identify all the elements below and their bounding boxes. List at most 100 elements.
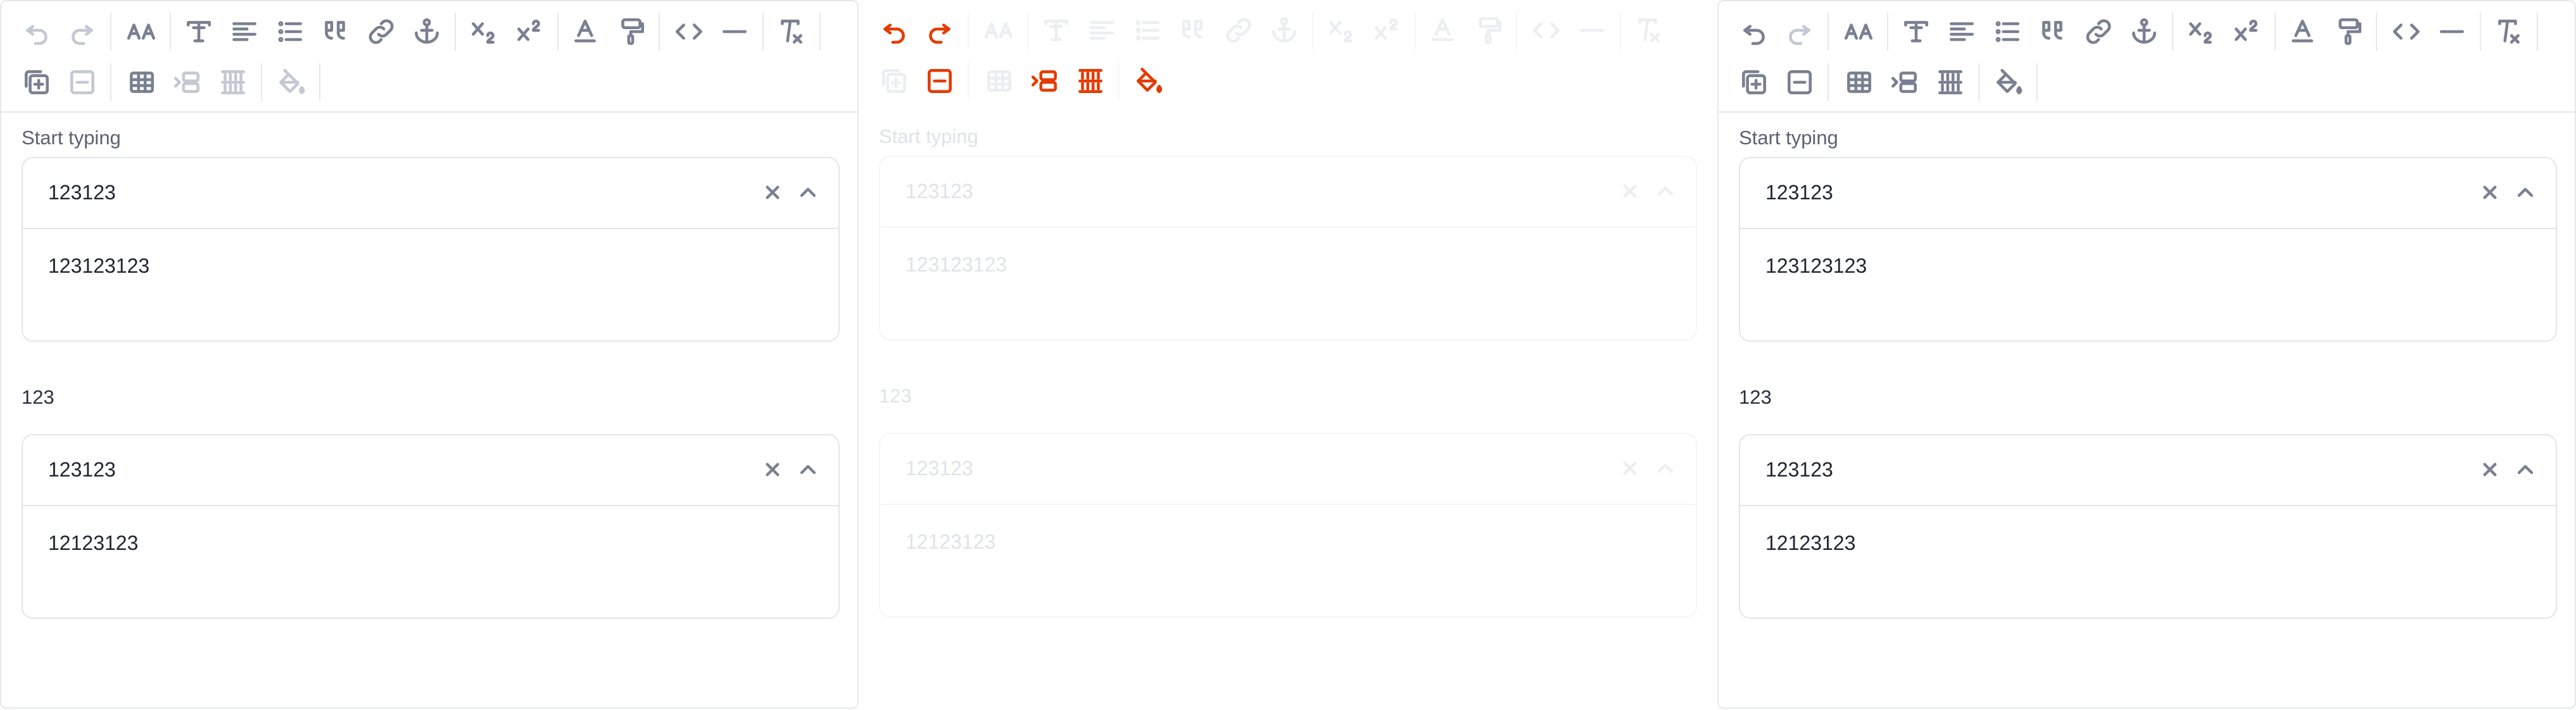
format-painter-icon[interactable] (1468, 10, 1508, 51)
insert-row-icon[interactable] (16, 62, 57, 103)
cell-fill-icon[interactable] (1128, 61, 1169, 101)
anchor-icon[interactable] (2124, 11, 2164, 52)
undo-icon[interactable] (16, 11, 57, 52)
close-icon[interactable] (1617, 456, 1643, 481)
table-icon[interactable] (122, 62, 162, 103)
table-icon[interactable] (979, 61, 1020, 101)
cell-fill-icon[interactable] (271, 62, 312, 103)
heading-icon[interactable] (1036, 10, 1076, 51)
field-content[interactable]: 12123123 (906, 530, 995, 554)
delete-column-icon[interactable] (1070, 61, 1111, 101)
chevron-up-icon[interactable] (2513, 180, 2538, 205)
insert-column-icon[interactable] (1025, 61, 1065, 101)
font-size-icon[interactable] (122, 11, 162, 52)
toolbar-divider (319, 63, 320, 101)
link-icon[interactable] (2078, 11, 2119, 52)
link-icon[interactable] (361, 11, 401, 52)
field-select[interactable]: 123123 (1740, 435, 2556, 506)
delete-column-icon[interactable] (213, 62, 253, 103)
bullet-list-icon[interactable] (270, 11, 310, 52)
code-icon[interactable] (1526, 10, 1567, 51)
field-select[interactable]: 123123 (1740, 158, 2556, 229)
delete-row-icon[interactable] (919, 61, 960, 101)
align-icon[interactable] (1082, 10, 1122, 51)
chevron-up-icon[interactable] (795, 180, 821, 205)
toolbar-divider (557, 13, 559, 51)
format-painter-icon[interactable] (610, 11, 651, 52)
superscript-icon[interactable] (2226, 11, 2267, 52)
cell-fill-icon[interactable] (1988, 62, 2029, 103)
insert-row-icon[interactable] (874, 61, 914, 101)
delete-column-icon[interactable] (1930, 62, 1971, 103)
clear-format-icon[interactable] (1629, 10, 1669, 51)
field-content[interactable]: 12123123 (48, 532, 138, 555)
chevron-up-icon[interactable] (1653, 178, 1678, 204)
anchor-icon[interactable] (1264, 10, 1304, 51)
chevron-up-icon[interactable] (1653, 456, 1678, 481)
font-size-icon[interactable] (1839, 11, 1879, 52)
insert-row-icon[interactable] (1734, 62, 1774, 103)
close-icon[interactable] (2477, 180, 2503, 205)
toolbar-divider (1828, 13, 1829, 51)
chevron-up-icon[interactable] (795, 457, 821, 482)
toolbar-divider (261, 63, 262, 101)
subscript-icon[interactable] (2181, 11, 2221, 52)
redo-icon[interactable] (919, 10, 960, 51)
field-select[interactable]: 123123 (23, 435, 838, 506)
field-select[interactable]: 123123 (880, 157, 1696, 228)
field-content[interactable]: 123123123 (1765, 254, 1867, 278)
text-color-icon[interactable] (2282, 11, 2323, 52)
redo-icon[interactable] (62, 11, 103, 52)
quote-icon[interactable] (315, 11, 356, 52)
horizontal-rule-icon[interactable] (2432, 11, 2472, 52)
text-color-icon[interactable] (565, 11, 605, 52)
delete-row-icon[interactable] (62, 62, 103, 103)
clear-format-icon[interactable] (2489, 11, 2529, 52)
redo-icon[interactable] (1779, 11, 1820, 52)
align-icon[interactable] (224, 11, 265, 52)
table-icon[interactable] (1839, 62, 1879, 103)
subscript-icon[interactable] (1321, 10, 1361, 51)
code-icon[interactable] (2386, 11, 2427, 52)
font-size-icon[interactable] (979, 10, 1020, 51)
anchor-icon[interactable] (407, 11, 447, 52)
superscript-icon[interactable] (1367, 10, 1407, 51)
insert-column-icon[interactable] (167, 62, 208, 103)
heading-icon[interactable] (179, 11, 219, 52)
field-content[interactable]: 123123123 (906, 253, 1007, 277)
undo-icon[interactable] (874, 10, 914, 51)
close-icon[interactable] (760, 180, 785, 205)
insert-column-icon[interactable] (1885, 62, 1925, 103)
clear-format-icon[interactable] (771, 11, 812, 52)
heading-icon[interactable] (1896, 11, 1936, 52)
bullet-list-icon[interactable] (1127, 10, 1168, 51)
horizontal-rule-icon[interactable] (1572, 10, 1612, 51)
bullet-list-icon[interactable] (1987, 11, 2028, 52)
chevron-up-icon[interactable] (2513, 457, 2538, 482)
code-icon[interactable] (669, 11, 709, 52)
format-painter-icon[interactable] (2328, 11, 2368, 52)
toolbar-divider (968, 62, 969, 100)
undo-icon[interactable] (1734, 11, 1774, 52)
close-icon[interactable] (760, 457, 785, 482)
quote-icon[interactable] (1173, 10, 1213, 51)
field-select[interactable]: 123123 (880, 434, 1696, 505)
field-content[interactable]: 123123123 (48, 254, 149, 278)
delete-row-icon[interactable] (1779, 62, 1820, 103)
field-content[interactable]: 12123123 (1765, 532, 1855, 555)
align-icon[interactable] (1941, 11, 1982, 52)
field-select[interactable]: 123123 (23, 158, 838, 229)
text-color-icon[interactable] (1422, 10, 1463, 51)
quote-icon[interactable] (2033, 11, 2073, 52)
close-icon[interactable] (2477, 457, 2503, 482)
close-icon[interactable] (1617, 178, 1643, 204)
toolbar-divider (2480, 13, 2481, 51)
toolbar-divider (2172, 13, 2173, 51)
toolbar-divider (1620, 11, 1621, 49)
subscript-icon[interactable] (464, 11, 504, 52)
field-card: 123123 12123123 (879, 433, 1697, 618)
superscript-icon[interactable] (509, 11, 550, 52)
field-card: 123123 123123123 (879, 156, 1697, 340)
link-icon[interactable] (1218, 10, 1259, 51)
horizontal-rule-icon[interactable] (714, 11, 755, 52)
